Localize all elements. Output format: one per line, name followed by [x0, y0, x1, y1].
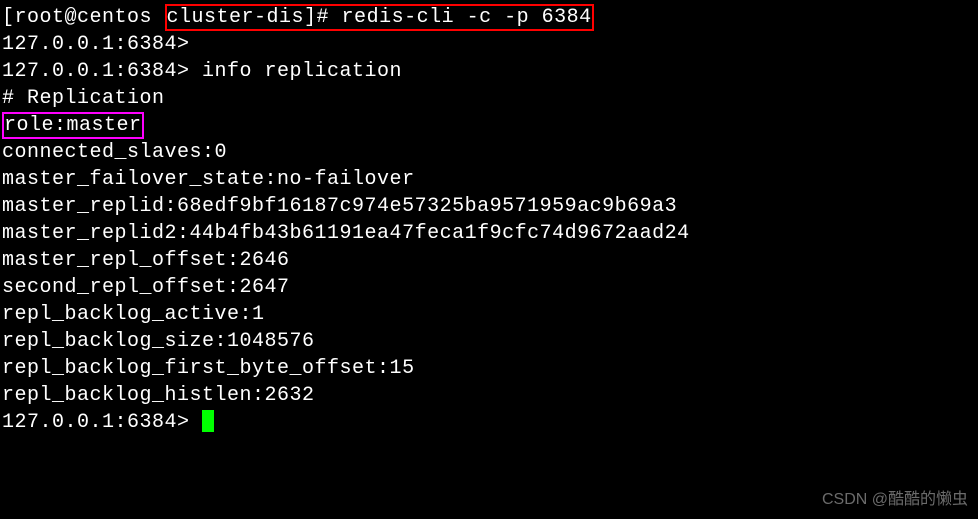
- prompt-text: 127.0.0.1:6384>: [2, 411, 202, 434]
- output-master-failover-state: master_failover_state:no-failover: [2, 166, 978, 193]
- replication-header: # Replication: [2, 85, 978, 112]
- prompt-prefix: [root@centos: [2, 6, 165, 29]
- output-master-repl-offset: master_repl_offset:2646: [2, 247, 978, 274]
- command-line-1: [root@centos cluster-dis]# redis-cli -c …: [2, 4, 978, 31]
- highlighted-command: cluster-dis]# redis-cli -c -p 6384: [165, 4, 594, 31]
- output-master-replid2: master_replid2:44b4fb43b61191ea47feca1f9…: [2, 220, 978, 247]
- output-connected-slaves: connected_slaves:0: [2, 139, 978, 166]
- output-repl-backlog-first-byte-offset: repl_backlog_first_byte_offset:15: [2, 355, 978, 382]
- cursor-icon: [202, 410, 214, 432]
- output-repl-backlog-size: repl_backlog_size:1048576: [2, 328, 978, 355]
- highlighted-role: role:master: [2, 112, 144, 139]
- output-master-replid: master_replid:68edf9bf16187c974e57325ba9…: [2, 193, 978, 220]
- prompt-line-info: 127.0.0.1:6384> info replication: [2, 58, 978, 85]
- role-line-container: role:master: [2, 112, 978, 139]
- output-repl-backlog-histlen: repl_backlog_histlen:2632: [2, 382, 978, 409]
- watermark-text: CSDN @酷酷的懒虫: [822, 489, 968, 511]
- output-repl-backlog-active: repl_backlog_active:1: [2, 301, 978, 328]
- output-second-repl-offset: second_repl_offset:2647: [2, 274, 978, 301]
- prompt-line-cursor[interactable]: 127.0.0.1:6384>: [2, 409, 978, 436]
- prompt-line-empty: 127.0.0.1:6384>: [2, 31, 978, 58]
